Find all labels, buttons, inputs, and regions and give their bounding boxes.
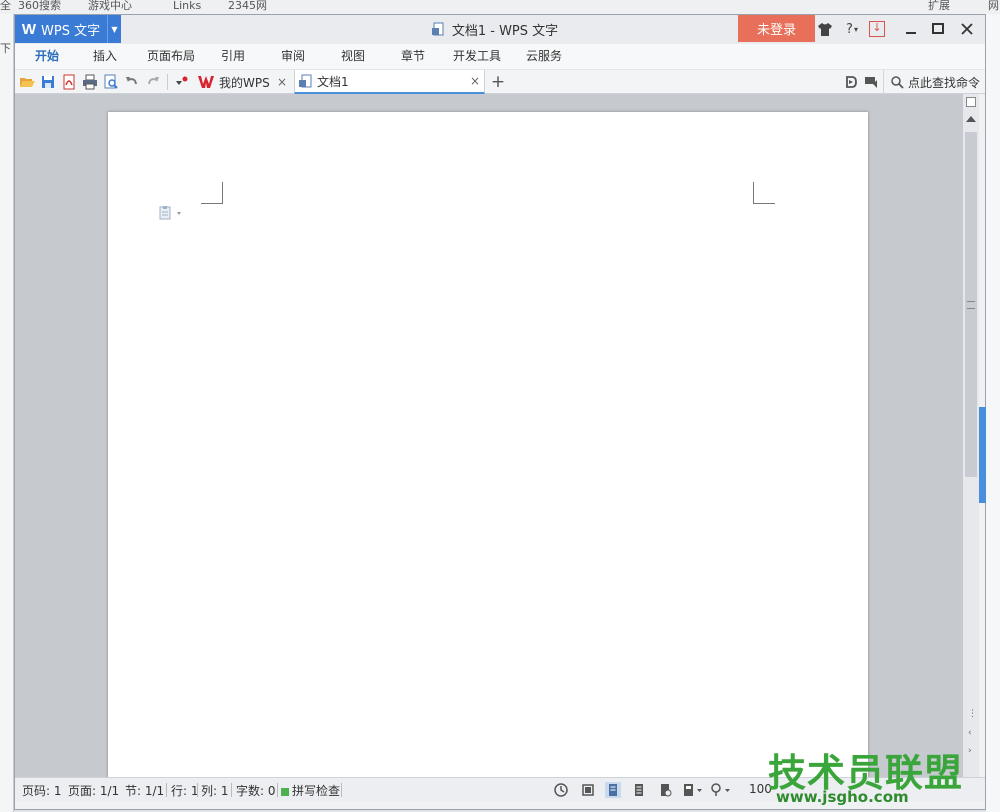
sync-status-icon[interactable] bbox=[843, 74, 859, 90]
new-tab-button[interactable]: + bbox=[489, 72, 507, 92]
help-label: ? bbox=[846, 21, 853, 37]
previous-page-icon[interactable]: ‹ bbox=[968, 728, 972, 738]
customize-toolbar-icon[interactable] bbox=[173, 74, 189, 90]
word-document-icon bbox=[299, 74, 313, 88]
title-bar[interactable]: W WPS 文字 ▼ 文档1 - WPS 文字 未登录 ? ▾ ↓ bbox=[15, 15, 985, 44]
login-button[interactable]: 未登录 bbox=[738, 15, 815, 42]
wps-writer-window: W WPS 文字 ▼ 文档1 - WPS 文字 未登录 ? ▾ ↓ 开始 插入 页 bbox=[14, 14, 986, 810]
scroll-menu-icon[interactable]: ⋮ bbox=[968, 709, 977, 719]
maximize-icon[interactable] bbox=[928, 19, 948, 39]
undo-icon[interactable] bbox=[124, 74, 140, 90]
outline-view-icon[interactable] bbox=[631, 782, 647, 798]
tab-cloud-service[interactable]: 云服务 bbox=[520, 44, 568, 69]
document-canvas[interactable] bbox=[15, 94, 963, 777]
bookmark-game-center[interactable]: 游戏中心 bbox=[88, 0, 132, 12]
tab-developer[interactable]: 开发工具 bbox=[447, 44, 507, 69]
scroll-up-arrow-icon[interactable] bbox=[966, 116, 976, 122]
document-page[interactable] bbox=[108, 112, 868, 777]
status-separator bbox=[197, 783, 198, 797]
split-window-icon[interactable] bbox=[966, 97, 976, 107]
status-row[interactable]: 行: 1 bbox=[171, 782, 199, 799]
tab-view[interactable]: 视图 bbox=[333, 44, 373, 69]
ribbon-tab-bar: 开始 插入 页面布局 引用 审阅 视图 章节 开发工具 云服务 bbox=[15, 44, 985, 69]
status-column[interactable]: 列: 1 bbox=[201, 782, 229, 799]
app-menu-dropdown-icon[interactable]: ▼ bbox=[107, 15, 121, 43]
vertical-scrollbar[interactable]: ⋮ ‹ › bbox=[963, 94, 979, 777]
web-view-icon[interactable] bbox=[657, 782, 673, 798]
watermark-url: www.jsgho.com bbox=[776, 788, 909, 806]
background-browser-bookmarks-bar: 全 360搜索 游戏中心 Links 2345网 扩展 网 bbox=[0, 0, 1000, 14]
site-watermark: 技术员联盟 www.jsgho.com bbox=[728, 742, 986, 812]
print-icon[interactable] bbox=[82, 74, 98, 90]
wps-logo-icon: W bbox=[21, 20, 37, 38]
status-separator bbox=[166, 783, 167, 797]
spell-check-label: 拼写检查 bbox=[292, 784, 341, 798]
paste-options-icon[interactable] bbox=[159, 205, 185, 221]
close-window-icon[interactable] bbox=[957, 19, 977, 39]
side-panel-toggle[interactable] bbox=[979, 407, 986, 503]
status-page-number[interactable]: 页码: 1 bbox=[22, 782, 62, 799]
quick-access-toolbar: 我的WPS × 文档1 × + 点此查找命令 bbox=[15, 69, 985, 94]
tab-review[interactable]: 审阅 bbox=[273, 44, 313, 69]
toolbar-separator bbox=[167, 74, 168, 90]
status-word-count[interactable]: 字数: 0 bbox=[236, 782, 276, 799]
tab-home[interactable]: 开始 bbox=[27, 44, 67, 69]
window-title: 文档1 - WPS 文字 bbox=[375, 15, 615, 43]
redo-icon[interactable] bbox=[145, 74, 161, 90]
app-name: WPS 文字 bbox=[41, 23, 101, 39]
status-page-count[interactable]: 页面: 1/1 bbox=[68, 782, 119, 799]
status-section[interactable]: 节: 1/1 bbox=[125, 782, 164, 799]
spell-check-toggle[interactable]: 拼写检查 bbox=[281, 782, 340, 799]
close-tab-my-wps-icon[interactable]: × bbox=[277, 75, 287, 89]
page-view-icon[interactable] bbox=[605, 782, 621, 798]
history-icon[interactable] bbox=[553, 782, 569, 798]
document-icon bbox=[431, 22, 446, 36]
window-title-text: 文档1 - WPS 文字 bbox=[451, 23, 559, 39]
bookmark-links[interactable]: Links bbox=[173, 0, 201, 12]
tab-page-layout[interactable]: 页面布局 bbox=[141, 44, 201, 69]
tab-section[interactable]: 章节 bbox=[393, 44, 433, 69]
status-separator bbox=[277, 783, 278, 797]
tab-document-1[interactable]: 文档1 × bbox=[294, 70, 485, 94]
bookmark-360-search[interactable]: 360搜索 bbox=[18, 0, 61, 12]
close-tab-document-1-icon[interactable]: × bbox=[470, 74, 480, 88]
tab-insert[interactable]: 插入 bbox=[85, 44, 125, 69]
minimize-icon[interactable] bbox=[901, 19, 921, 39]
feedback-icon[interactable] bbox=[863, 74, 879, 90]
save-icon[interactable] bbox=[40, 74, 56, 90]
tab-document-1-label: 文档1 bbox=[317, 74, 349, 89]
bookmark-fragment-right: 网 bbox=[988, 0, 999, 12]
export-pdf-icon[interactable] bbox=[61, 74, 77, 90]
margin-corner-top-right bbox=[753, 182, 775, 204]
background-browser-right-edge bbox=[986, 14, 1000, 812]
skin-shirt-icon[interactable] bbox=[815, 19, 835, 39]
bookmark-fragment: 全 bbox=[0, 0, 11, 12]
help-icon[interactable]: ? ▾ bbox=[839, 19, 865, 39]
command-search-box[interactable]: 点此查找命令 bbox=[883, 70, 985, 94]
tab-references[interactable]: 引用 bbox=[213, 44, 253, 69]
scrollbar-grip-icon bbox=[967, 301, 975, 309]
background-browser-left-edge: 下 bbox=[0, 14, 14, 812]
wps-brand-icon bbox=[197, 74, 215, 90]
margin-corner-top-left bbox=[201, 182, 223, 204]
app-menu-button[interactable]: W WPS 文字 ▼ bbox=[15, 15, 121, 43]
tab-my-wps[interactable]: 我的WPS × bbox=[195, 70, 291, 94]
print-preview-icon[interactable] bbox=[103, 74, 119, 90]
reading-mode-icon[interactable] bbox=[681, 782, 705, 798]
background-text-fragment: 下 bbox=[0, 42, 11, 55]
command-search-placeholder: 点此查找命令 bbox=[908, 75, 981, 90]
bookmark-2345[interactable]: 2345网 bbox=[228, 0, 267, 12]
open-folder-icon[interactable] bbox=[19, 74, 35, 90]
status-separator bbox=[231, 783, 232, 797]
full-screen-icon[interactable] bbox=[580, 782, 596, 798]
spell-check-status-icon bbox=[281, 787, 289, 796]
download-update-icon[interactable]: ↓ bbox=[867, 19, 887, 39]
bookmark-extensions[interactable]: 扩展 bbox=[928, 0, 950, 12]
status-separator bbox=[341, 783, 342, 797]
tab-my-wps-label: 我的WPS bbox=[219, 75, 270, 90]
search-icon bbox=[890, 75, 904, 89]
